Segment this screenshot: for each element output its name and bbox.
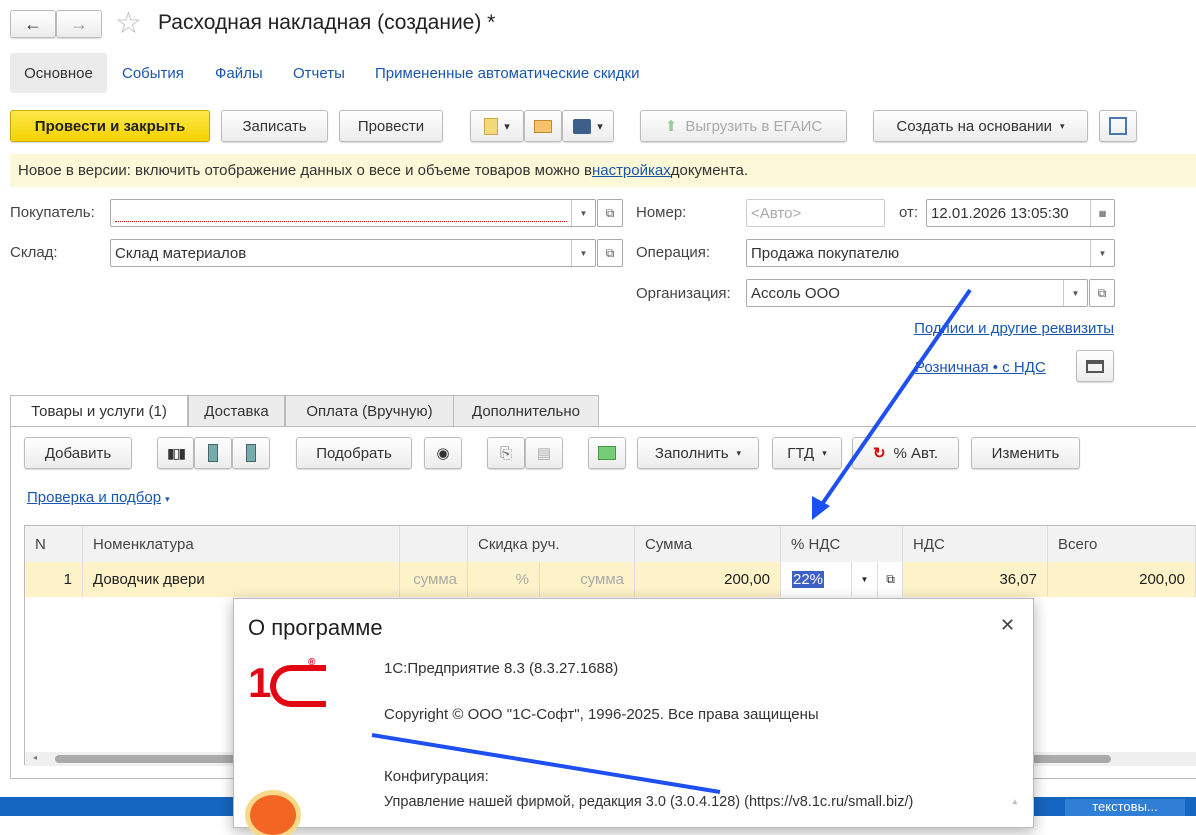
annotation-underline xyxy=(371,733,721,794)
annotation-arrow-line xyxy=(816,288,972,512)
annotation-overlay xyxy=(371,288,972,794)
